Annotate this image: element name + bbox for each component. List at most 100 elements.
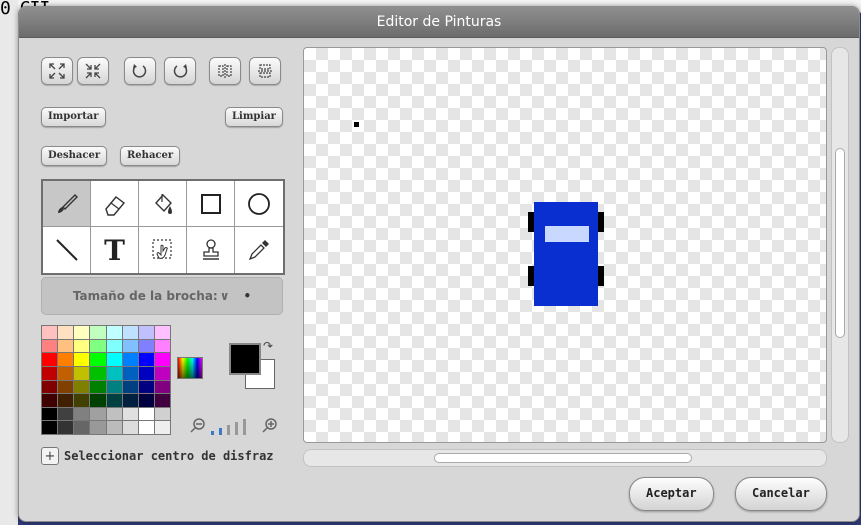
- flip-vertical-button[interactable]: [249, 57, 281, 85]
- canvas-horizontal-scrollbar[interactable]: [303, 449, 827, 467]
- color-swatch[interactable]: [58, 366, 74, 380]
- color-spectrum-button[interactable]: [177, 357, 203, 379]
- color-swatch[interactable]: [90, 366, 106, 380]
- color-swatch[interactable]: [122, 326, 138, 339]
- set-center-button[interactable]: +: [41, 447, 59, 465]
- color-swatch[interactable]: [122, 421, 138, 434]
- color-swatch[interactable]: [74, 394, 90, 407]
- color-swatch[interactable]: [90, 380, 106, 394]
- select-tool[interactable]: [139, 227, 187, 273]
- color-swatch[interactable]: [106, 366, 122, 380]
- color-swatch[interactable]: [122, 339, 138, 353]
- color-swatch[interactable]: [106, 380, 122, 394]
- color-swatch[interactable]: [154, 421, 170, 434]
- color-swatch[interactable]: [154, 339, 170, 353]
- color-swatch[interactable]: [58, 353, 74, 366]
- text-icon: T: [104, 233, 125, 267]
- color-swatch[interactable]: [42, 421, 58, 434]
- grow-button[interactable]: [41, 57, 73, 85]
- color-swatch[interactable]: [58, 394, 74, 407]
- text-tool[interactable]: T: [91, 227, 139, 273]
- swap-colors-icon[interactable]: ↷: [263, 339, 273, 353]
- vertical-scroll-thumb[interactable]: [835, 148, 845, 338]
- color-swatch[interactable]: [90, 339, 106, 353]
- color-swatch[interactable]: [106, 407, 122, 421]
- color-swatch[interactable]: [90, 353, 106, 366]
- color-swatch[interactable]: [58, 421, 74, 434]
- color-swatch[interactable]: [106, 421, 122, 434]
- brush-size-selector[interactable]: Tamaño de la brocha: ∨ •: [41, 277, 283, 315]
- color-swatch[interactable]: [106, 394, 122, 407]
- color-swatch[interactable]: [90, 326, 106, 339]
- fill-tool[interactable]: [139, 181, 187, 227]
- color-swatch[interactable]: [138, 394, 154, 407]
- color-swatch[interactable]: [42, 407, 58, 421]
- color-swatch[interactable]: [90, 421, 106, 434]
- color-swatch[interactable]: [58, 326, 74, 339]
- color-swatch[interactable]: [154, 407, 170, 421]
- color-swatch[interactable]: [154, 326, 170, 339]
- color-swatch[interactable]: [106, 353, 122, 366]
- horizontal-scroll-thumb[interactable]: [434, 453, 692, 463]
- color-swatch[interactable]: [106, 326, 122, 339]
- color-swatch[interactable]: [154, 353, 170, 366]
- rotate-left-button[interactable]: [124, 57, 156, 85]
- color-swatch[interactable]: [58, 407, 74, 421]
- color-swatch[interactable]: [122, 353, 138, 366]
- color-swatch[interactable]: [138, 366, 154, 380]
- undo-button[interactable]: Deshacer: [41, 146, 108, 166]
- canvas-vertical-scrollbar[interactable]: [831, 47, 849, 443]
- color-swatch[interactable]: [138, 380, 154, 394]
- color-swatch[interactable]: [106, 339, 122, 353]
- color-swatch[interactable]: [42, 380, 58, 394]
- color-swatch[interactable]: [74, 407, 90, 421]
- color-swatch[interactable]: [138, 339, 154, 353]
- color-swatch[interactable]: [42, 353, 58, 366]
- eyedropper-tool[interactable]: [235, 227, 283, 273]
- color-swatch[interactable]: [138, 326, 154, 339]
- flip-horizontal-button[interactable]: [209, 57, 241, 85]
- rotate-right-button[interactable]: [164, 57, 196, 85]
- color-swatch[interactable]: [122, 407, 138, 421]
- color-swatch[interactable]: [74, 380, 90, 394]
- ok-button[interactable]: Aceptar: [629, 477, 714, 511]
- color-swatch[interactable]: [42, 394, 58, 407]
- rectangle-tool[interactable]: [187, 181, 235, 227]
- color-swatch[interactable]: [122, 394, 138, 407]
- color-swatch[interactable]: [58, 380, 74, 394]
- foreground-color-swatch[interactable]: [229, 343, 261, 375]
- color-swatch[interactable]: [74, 326, 90, 339]
- color-swatch[interactable]: [122, 380, 138, 394]
- color-swatch[interactable]: [122, 366, 138, 380]
- drawing-canvas[interactable]: [303, 47, 827, 443]
- shrink-button[interactable]: [77, 57, 109, 85]
- color-swatch[interactable]: [74, 366, 90, 380]
- color-swatch[interactable]: [138, 353, 154, 366]
- color-swatch[interactable]: [138, 421, 154, 434]
- color-swatch[interactable]: [90, 394, 106, 407]
- eraser-tool[interactable]: [91, 181, 139, 227]
- stamp-tool[interactable]: [187, 227, 235, 273]
- cancel-button[interactable]: Cancelar: [735, 477, 827, 511]
- color-swatch[interactable]: [154, 366, 170, 380]
- line-tool[interactable]: [43, 227, 91, 273]
- color-swatch[interactable]: [42, 366, 58, 380]
- color-swatch[interactable]: [154, 394, 170, 407]
- color-swatch[interactable]: [138, 407, 154, 421]
- color-swatch[interactable]: [154, 380, 170, 394]
- paintbrush-tool[interactable]: [43, 181, 91, 227]
- color-swatch[interactable]: [42, 326, 58, 339]
- ellipse-tool[interactable]: [235, 181, 283, 227]
- redo-button[interactable]: Rehacer: [120, 146, 181, 166]
- color-swatch[interactable]: [74, 421, 90, 434]
- zoom-in-icon[interactable]: [261, 417, 279, 435]
- color-swatch[interactable]: [74, 339, 90, 353]
- color-swatch[interactable]: [42, 339, 58, 353]
- color-swatch[interactable]: [90, 407, 106, 421]
- import-button[interactable]: Importar: [41, 107, 106, 127]
- zoom-out-icon[interactable]: [189, 417, 207, 435]
- color-swatch[interactable]: [74, 353, 90, 366]
- clear-button[interactable]: Limpiar: [225, 107, 283, 127]
- car-wheel: [598, 266, 604, 286]
- color-swatch[interactable]: [58, 339, 74, 353]
